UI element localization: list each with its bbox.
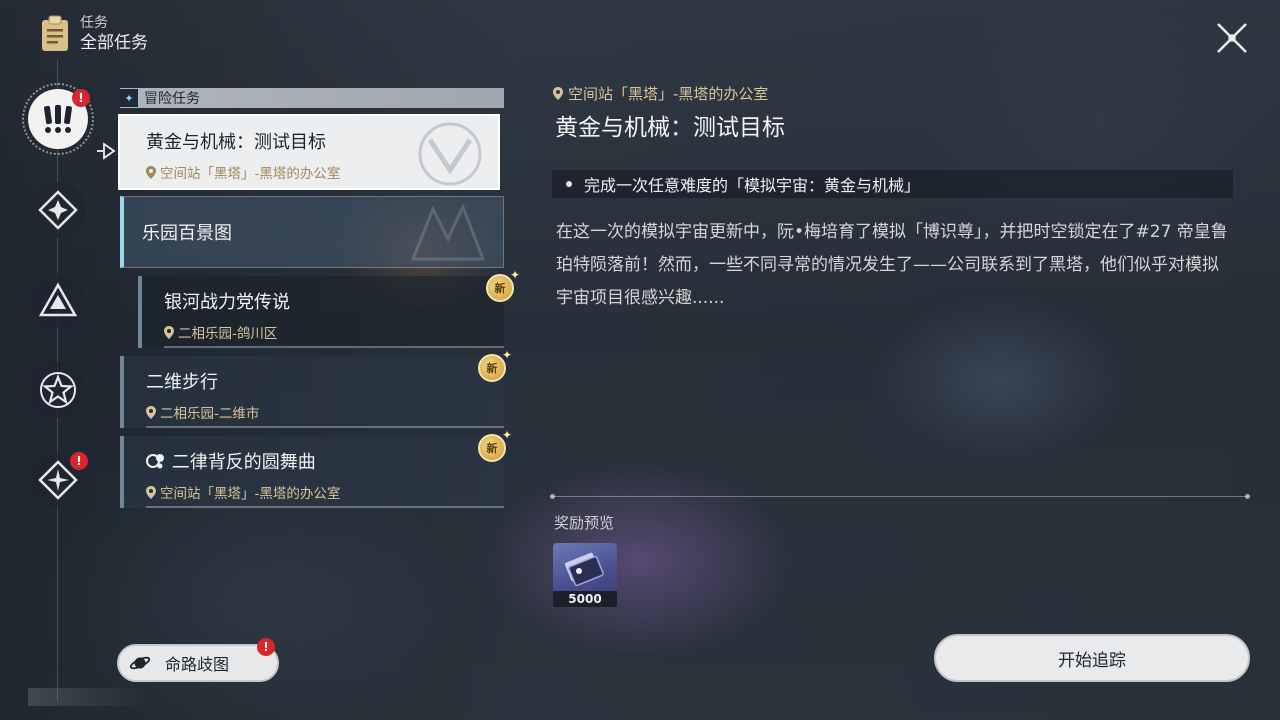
nav-adventure-button[interactable]: ! <box>22 83 94 155</box>
objective-text: 完成一次任意难度的「模拟宇宙：黄金与机械」 <box>584 176 921 195</box>
close-icon <box>1217 23 1247 53</box>
category-header: ✦ 冒险任务 <box>120 88 504 108</box>
new-badge: 新 <box>478 428 512 462</box>
nav-event-badge: ! <box>70 452 88 470</box>
new-badge: 新 <box>486 268 520 302</box>
bottom-decoration <box>28 688 148 706</box>
diamond-star-icon <box>38 190 78 230</box>
quest-location-text: 空间站「黑塔」-黑塔的办公室 <box>160 486 341 502</box>
nav-adventure-badge: ! <box>72 89 90 107</box>
detail-title: 黄金与机械：测试目标 <box>555 115 785 141</box>
quest-divider <box>146 506 504 508</box>
quest-location: 二相乐园-鸽川区 <box>164 322 504 342</box>
location-pin-icon <box>553 87 563 100</box>
category-label: 冒险任务 <box>144 91 200 107</box>
quest-objective: 完成一次任意难度的「模拟宇宙：黄金与机械」 <box>552 170 1233 198</box>
close-button[interactable] <box>1214 20 1250 56</box>
quest-location-text: 二相乐园-鸽川区 <box>178 326 278 342</box>
location-pin-icon <box>146 405 156 419</box>
pass-ticket-icon <box>564 552 604 587</box>
route-map-badge: ! <box>257 638 275 656</box>
quest-group-header[interactable]: 乐园百景图 <box>120 196 504 268</box>
group-emblem-icon <box>410 203 486 261</box>
nav-daily-button[interactable] <box>30 273 86 329</box>
location-pin-icon <box>146 485 156 499</box>
quest-divider <box>164 346 504 348</box>
quest-divider <box>146 426 504 428</box>
reward-item[interactable]: 5000 <box>553 543 617 607</box>
clipboard-icon <box>40 15 70 53</box>
detail-location: 空间站「黑塔」-黑塔的办公室 <box>553 83 768 104</box>
selection-arrow-icon <box>96 142 116 160</box>
companion-quest-icon <box>146 454 164 469</box>
location-pin-icon <box>146 165 156 179</box>
new-badge: 新 <box>478 348 512 382</box>
quest-emblem-icon <box>418 122 482 186</box>
bullet-icon <box>566 181 572 187</box>
quest-title: 二律背反的圆舞曲 <box>171 452 316 473</box>
divider <box>550 494 1250 499</box>
route-map-button[interactable]: 命路歧图 ! <box>117 638 279 682</box>
nav-trailblaze-button[interactable] <box>30 362 86 418</box>
quest-location: 二相乐园-二维市 <box>146 402 504 422</box>
quest-item[interactable]: 二律背反的圆舞曲 空间站「黑塔」-黑塔的办公室 新 <box>120 428 512 508</box>
quest-description: 在这一次的模拟宇宙更新中，阮•梅培育了模拟「博识尊」，并把时空锁定在了#27 帝… <box>556 222 1228 308</box>
nav-event-button[interactable]: ! <box>30 452 88 508</box>
quest-title: 二维步行 <box>146 372 218 393</box>
quest-title: 银河战力党传说 <box>164 292 290 313</box>
category-diamond-icon: ✦ <box>120 89 138 107</box>
page-header: 任务 全部任务 <box>40 14 148 54</box>
exclamation-icon <box>44 105 72 133</box>
location-pin-icon <box>164 325 174 339</box>
planet-icon <box>129 656 151 670</box>
detail-location-text: 空间站「黑塔」-黑塔的办公室 <box>568 85 769 103</box>
nav-companion-button[interactable] <box>30 182 86 238</box>
header-subtitle: 任务 <box>80 15 108 31</box>
quest-item[interactable]: 二维步行 二相乐园-二维市 新 <box>120 348 512 428</box>
reward-preview-label: 奖励预览 <box>554 514 615 532</box>
triangle-icon <box>38 282 78 317</box>
quest-location: 空间站「黑塔」-黑塔的办公室 <box>146 482 504 502</box>
quest-item[interactable]: 银河战力党传说 二相乐园-鸽川区 新 <box>138 268 520 348</box>
route-map-label: 命路歧图 <box>165 655 230 674</box>
quest-location-text: 空间站「黑塔」-黑塔的办公室 <box>160 166 341 182</box>
quest-item-selected[interactable]: 黄金与机械：测试目标 空间站「黑塔」-黑塔的办公室 <box>118 114 500 190</box>
quest-location-text: 二相乐园-二维市 <box>160 406 260 422</box>
reward-count: 5000 <box>553 591 617 607</box>
star-icon <box>40 372 76 408</box>
page-title: 全部任务 <box>80 33 148 53</box>
start-tracking-button[interactable]: 开始追踪 <box>934 634 1250 682</box>
quest-title-row: 二律背反的圆舞曲 <box>146 448 504 474</box>
